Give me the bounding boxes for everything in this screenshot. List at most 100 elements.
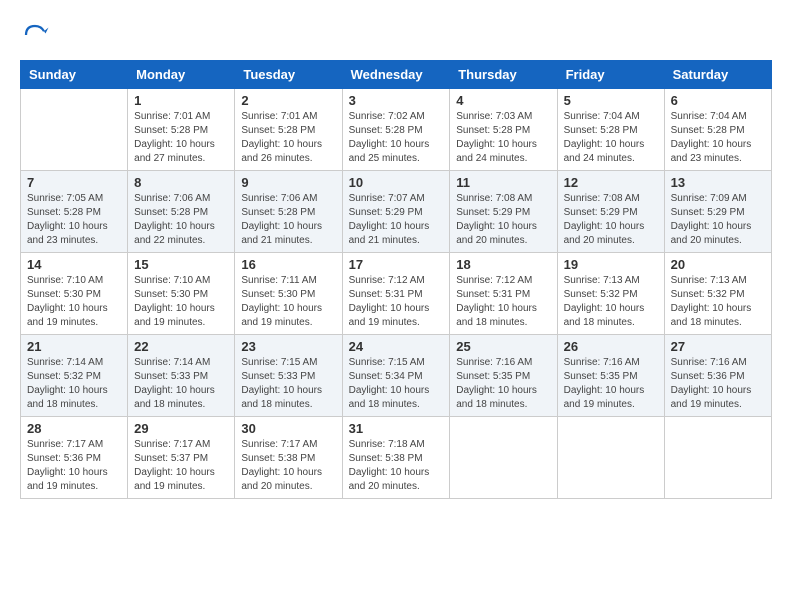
day-number: 28 [27, 421, 121, 436]
day-number: 17 [349, 257, 444, 272]
calendar-cell: 10Sunrise: 7:07 AMSunset: 5:29 PMDayligh… [342, 171, 450, 253]
calendar-cell: 9 Sunrise: 7:06 AMSunset: 5:28 PMDaylight… [235, 171, 342, 253]
day-number: 21 [27, 339, 121, 354]
calendar-cell: 29 Sunrise: 7:17 AMSunset: 5:37 PMDayligh… [128, 417, 235, 499]
weekday-header-wednesday: Wednesday [342, 61, 450, 89]
day-info: Sunrise: 7:10 AMSunset: 5:30 PMDaylight:… [134, 274, 228, 330]
calendar-cell [450, 417, 557, 499]
calendar-cell: 19 Sunrise: 7:13 AMSunset: 5:32 PMDayligh… [557, 253, 664, 335]
calendar-cell: 13 Sunrise: 7:09 AMSunset: 5:29 PMDayligh… [664, 171, 771, 253]
weekday-header-friday: Friday [557, 61, 664, 89]
logo [20, 20, 54, 50]
day-info: Sunrise: 7:18 AMSunset: 5:38 PMDaylight:… [349, 438, 444, 494]
calendar-cell: 21 Sunrise: 7:14 AMSunset: 5:32 PMDayligh… [21, 335, 128, 417]
day-info: Sunrise: 7:04 AMSunset: 5:28 PMDaylight:… [671, 110, 765, 166]
day-number: 18 [456, 257, 550, 272]
calendar-cell: 17 Sunrise: 7:12 AMSunset: 5:31 PMDayligh… [342, 253, 450, 335]
calendar-week-row: 7Sunrise: 7:05 AMSunset: 5:28 PMDaylight… [21, 171, 772, 253]
day-number: 23 [241, 339, 335, 354]
day-info: Sunrise: 7:09 AMSunset: 5:29 PMDaylight:… [671, 192, 765, 248]
day-info: Sunrise: 7:01 AMSunset: 5:28 PMDaylight:… [241, 110, 335, 166]
calendar-cell: 26 Sunrise: 7:16 AMSunset: 5:35 PMDayligh… [557, 335, 664, 417]
day-number: 27 [671, 339, 765, 354]
calendar-cell: 7Sunrise: 7:05 AMSunset: 5:28 PMDaylight… [21, 171, 128, 253]
calendar-cell: 11Sunrise: 7:08 AMSunset: 5:29 PMDayligh… [450, 171, 557, 253]
day-number: 7 [27, 175, 121, 190]
day-number: 12 [564, 175, 658, 190]
calendar-cell [664, 417, 771, 499]
day-info: Sunrise: 7:14 AMSunset: 5:32 PMDaylight:… [27, 356, 121, 412]
calendar-week-row: 1 Sunrise: 7:01 AMSunset: 5:28 PMDaylight… [21, 89, 772, 171]
calendar-header-row: SundayMondayTuesdayWednesdayThursdayFrid… [21, 61, 772, 89]
day-number: 20 [671, 257, 765, 272]
calendar-week-row: 14 Sunrise: 7:10 AMSunset: 5:30 PMDayligh… [21, 253, 772, 335]
day-info: Sunrise: 7:13 AMSunset: 5:32 PMDaylight:… [671, 274, 765, 330]
calendar-cell: 20 Sunrise: 7:13 AMSunset: 5:32 PMDayligh… [664, 253, 771, 335]
day-info: Sunrise: 7:07 AMSunset: 5:29 PMDaylight:… [349, 192, 444, 248]
day-number: 29 [134, 421, 228, 436]
calendar-cell: 5 Sunrise: 7:04 AMSunset: 5:28 PMDaylight… [557, 89, 664, 171]
day-info: Sunrise: 7:17 AMSunset: 5:38 PMDaylight:… [241, 438, 335, 494]
day-info: Sunrise: 7:16 AMSunset: 5:35 PMDaylight:… [456, 356, 550, 412]
calendar-cell [557, 417, 664, 499]
calendar-week-row: 28 Sunrise: 7:17 AMSunset: 5:36 PMDayligh… [21, 417, 772, 499]
calendar-cell: 23 Sunrise: 7:15 AMSunset: 5:33 PMDayligh… [235, 335, 342, 417]
day-info: Sunrise: 7:13 AMSunset: 5:32 PMDaylight:… [564, 274, 658, 330]
day-info: Sunrise: 7:14 AMSunset: 5:33 PMDaylight:… [134, 356, 228, 412]
day-number: 14 [27, 257, 121, 272]
day-info: Sunrise: 7:03 AMSunset: 5:28 PMDaylight:… [456, 110, 550, 166]
day-info: Sunrise: 7:06 AMSunset: 5:28 PMDaylight:… [241, 192, 335, 248]
day-number: 25 [456, 339, 550, 354]
day-number: 9 [241, 175, 335, 190]
calendar-cell: 14 Sunrise: 7:10 AMSunset: 5:30 PMDayligh… [21, 253, 128, 335]
day-number: 30 [241, 421, 335, 436]
day-info: Sunrise: 7:15 AMSunset: 5:34 PMDaylight:… [349, 356, 444, 412]
calendar-cell: 8 Sunrise: 7:06 AMSunset: 5:28 PMDaylight… [128, 171, 235, 253]
calendar-cell: 2Sunrise: 7:01 AMSunset: 5:28 PMDaylight… [235, 89, 342, 171]
day-info: Sunrise: 7:17 AMSunset: 5:37 PMDaylight:… [134, 438, 228, 494]
day-number: 31 [349, 421, 444, 436]
calendar-cell: 3Sunrise: 7:02 AMSunset: 5:28 PMDaylight… [342, 89, 450, 171]
logo-icon [20, 20, 50, 50]
day-info: Sunrise: 7:04 AMSunset: 5:28 PMDaylight:… [564, 110, 658, 166]
day-info: Sunrise: 7:02 AMSunset: 5:28 PMDaylight:… [349, 110, 444, 166]
calendar-week-row: 21 Sunrise: 7:14 AMSunset: 5:32 PMDayligh… [21, 335, 772, 417]
calendar-cell: 25 Sunrise: 7:16 AMSunset: 5:35 PMDayligh… [450, 335, 557, 417]
calendar-cell [21, 89, 128, 171]
day-info: Sunrise: 7:11 AMSunset: 5:30 PMDaylight:… [241, 274, 335, 330]
calendar-cell: 6 Sunrise: 7:04 AMSunset: 5:28 PMDaylight… [664, 89, 771, 171]
day-info: Sunrise: 7:15 AMSunset: 5:33 PMDaylight:… [241, 356, 335, 412]
day-info: Sunrise: 7:12 AMSunset: 5:31 PMDaylight:… [456, 274, 550, 330]
calendar-cell: 22 Sunrise: 7:14 AMSunset: 5:33 PMDayligh… [128, 335, 235, 417]
day-number: 6 [671, 93, 765, 108]
weekday-header-saturday: Saturday [664, 61, 771, 89]
day-info: Sunrise: 7:12 AMSunset: 5:31 PMDaylight:… [349, 274, 444, 330]
calendar-cell: 30 Sunrise: 7:17 AMSunset: 5:38 PMDayligh… [235, 417, 342, 499]
day-number: 13 [671, 175, 765, 190]
calendar-cell: 31 Sunrise: 7:18 AMSunset: 5:38 PMDayligh… [342, 417, 450, 499]
weekday-header-tuesday: Tuesday [235, 61, 342, 89]
day-number: 19 [564, 257, 658, 272]
calendar-cell: 12Sunrise: 7:08 AMSunset: 5:29 PMDayligh… [557, 171, 664, 253]
day-number: 16 [241, 257, 335, 272]
calendar-cell: 15Sunrise: 7:10 AMSunset: 5:30 PMDayligh… [128, 253, 235, 335]
day-info: Sunrise: 7:16 AMSunset: 5:36 PMDaylight:… [671, 356, 765, 412]
day-number: 5 [564, 93, 658, 108]
day-info: Sunrise: 7:10 AMSunset: 5:30 PMDaylight:… [27, 274, 121, 330]
day-info: Sunrise: 7:01 AMSunset: 5:28 PMDaylight:… [134, 110, 228, 166]
weekday-header-monday: Monday [128, 61, 235, 89]
page-header [20, 20, 772, 50]
day-number: 26 [564, 339, 658, 354]
day-info: Sunrise: 7:06 AMSunset: 5:28 PMDaylight:… [134, 192, 228, 248]
calendar-cell: 16 Sunrise: 7:11 AMSunset: 5:30 PMDayligh… [235, 253, 342, 335]
day-number: 4 [456, 93, 550, 108]
day-number: 24 [349, 339, 444, 354]
calendar-cell: 18 Sunrise: 7:12 AMSunset: 5:31 PMDayligh… [450, 253, 557, 335]
calendar-cell: 27 Sunrise: 7:16 AMSunset: 5:36 PMDayligh… [664, 335, 771, 417]
day-number: 22 [134, 339, 228, 354]
day-info: Sunrise: 7:17 AMSunset: 5:36 PMDaylight:… [27, 438, 121, 494]
day-number: 8 [134, 175, 228, 190]
day-number: 1 [134, 93, 228, 108]
day-info: Sunrise: 7:16 AMSunset: 5:35 PMDaylight:… [564, 356, 658, 412]
calendar-table: SundayMondayTuesdayWednesdayThursdayFrid… [20, 60, 772, 499]
